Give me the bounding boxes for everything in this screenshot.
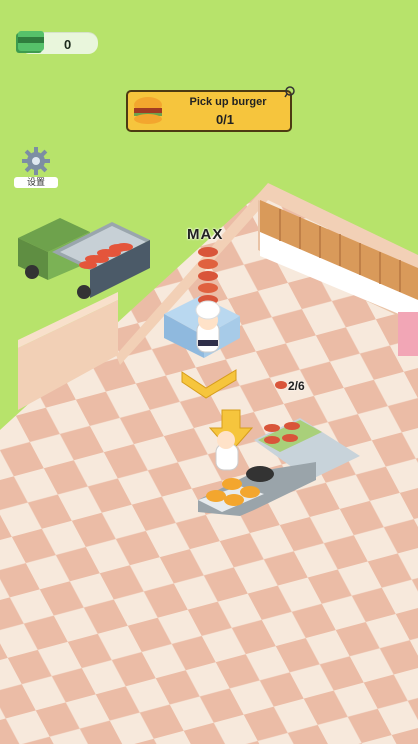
quest-title: Pick up burger [189,96,267,108]
pink-appliance [398,312,418,356]
gear-icon[interactable] [21,146,51,176]
patty-counter: 2/6 [288,379,305,393]
quest-progress: 0/1 [215,112,235,127]
burger-icon [134,97,162,124]
search-icon[interactable] [284,86,296,98]
cash-stack-icon [16,31,44,53]
stack-max-label: MAX [187,226,224,243]
settings-label[interactable]: 设置 [14,177,58,188]
cash-value: 0 [64,37,72,52]
chef-character [195,300,221,353]
